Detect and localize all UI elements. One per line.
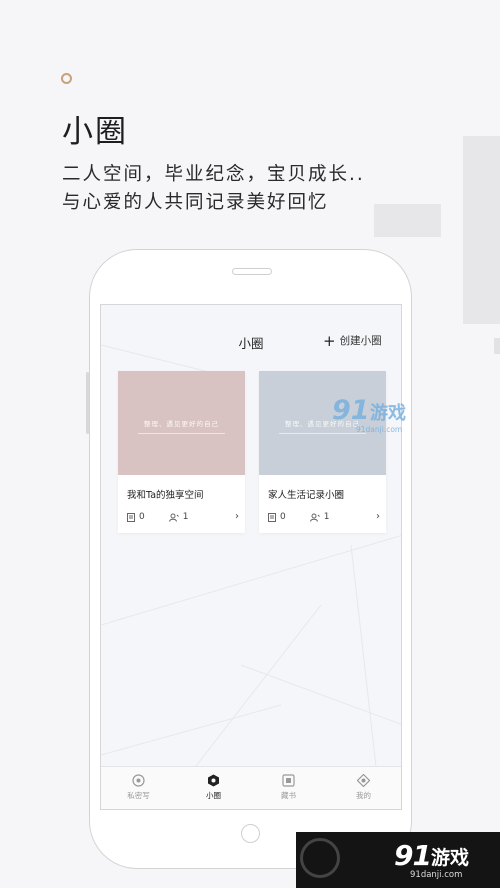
posts-count: 0	[268, 512, 286, 522]
card-title: 我和Ta的独享空间	[127, 490, 204, 501]
card-title: 家人生活记录小圈	[268, 490, 345, 501]
create-circle-button[interactable]: + 创建小圈	[323, 333, 382, 348]
promo-title: 小圈	[62, 114, 128, 150]
card-cover: 整理、遇见更好的自己	[118, 371, 245, 475]
decorative-block	[494, 338, 500, 354]
watermark-url: 91danji.com	[410, 870, 463, 880]
promo-line-1: 二人空间，毕业纪念，宝贝成长..	[62, 164, 365, 185]
hexagon-icon	[208, 774, 219, 787]
tab-private-write[interactable]: 私密写	[101, 767, 176, 809]
watermark-brand-name: 游戏	[431, 847, 470, 869]
target-icon	[132, 774, 145, 787]
diamond-icon	[357, 774, 370, 787]
decorative-circle	[61, 73, 72, 84]
chevron-right-icon: ›	[235, 511, 239, 522]
circle-card[interactable]: 整理、遇见更好的自己 我和Ta的独享空间 0 1 ›	[118, 371, 245, 533]
cover-divider	[138, 433, 225, 434]
create-circle-label: 创建小圈	[339, 335, 382, 347]
posts-count: 0	[127, 512, 145, 522]
phone-speaker	[232, 268, 272, 275]
tab-circle[interactable]: 小圈	[176, 767, 251, 809]
tab-library[interactable]: 藏书	[251, 767, 326, 809]
user-icon	[168, 513, 179, 522]
cover-divider	[279, 433, 366, 434]
promo-line-2: 与心爱的人共同记录美好回忆	[62, 192, 329, 213]
chevron-right-icon: ›	[376, 511, 380, 522]
document-icon	[268, 512, 276, 522]
card-stats: 0 1 ›	[127, 511, 239, 522]
plus-icon: +	[323, 331, 336, 350]
user-icon	[309, 513, 320, 522]
tab-mine[interactable]: 我的	[326, 767, 401, 809]
bottom-tab-bar: 私密写 小圈 藏书 我的	[101, 766, 401, 809]
members-count: 1	[168, 512, 188, 522]
decorative-block	[463, 136, 500, 324]
watermark-brand-number: 91	[394, 839, 432, 872]
phone-home-button	[241, 824, 260, 843]
book-square-icon	[282, 774, 295, 787]
cover-text: 整理、遇见更好的自己	[144, 420, 219, 428]
watermark-c-icon	[300, 838, 340, 878]
document-icon	[127, 512, 135, 522]
members-count: 1	[309, 512, 329, 522]
decorative-block	[374, 204, 441, 237]
card-stats: 0 1 ›	[268, 511, 380, 522]
app-screen: 小圈 + 创建小圈 整理、遇见更好的自己 我和Ta的独享空间 0 1 › 整理、…	[100, 304, 402, 810]
